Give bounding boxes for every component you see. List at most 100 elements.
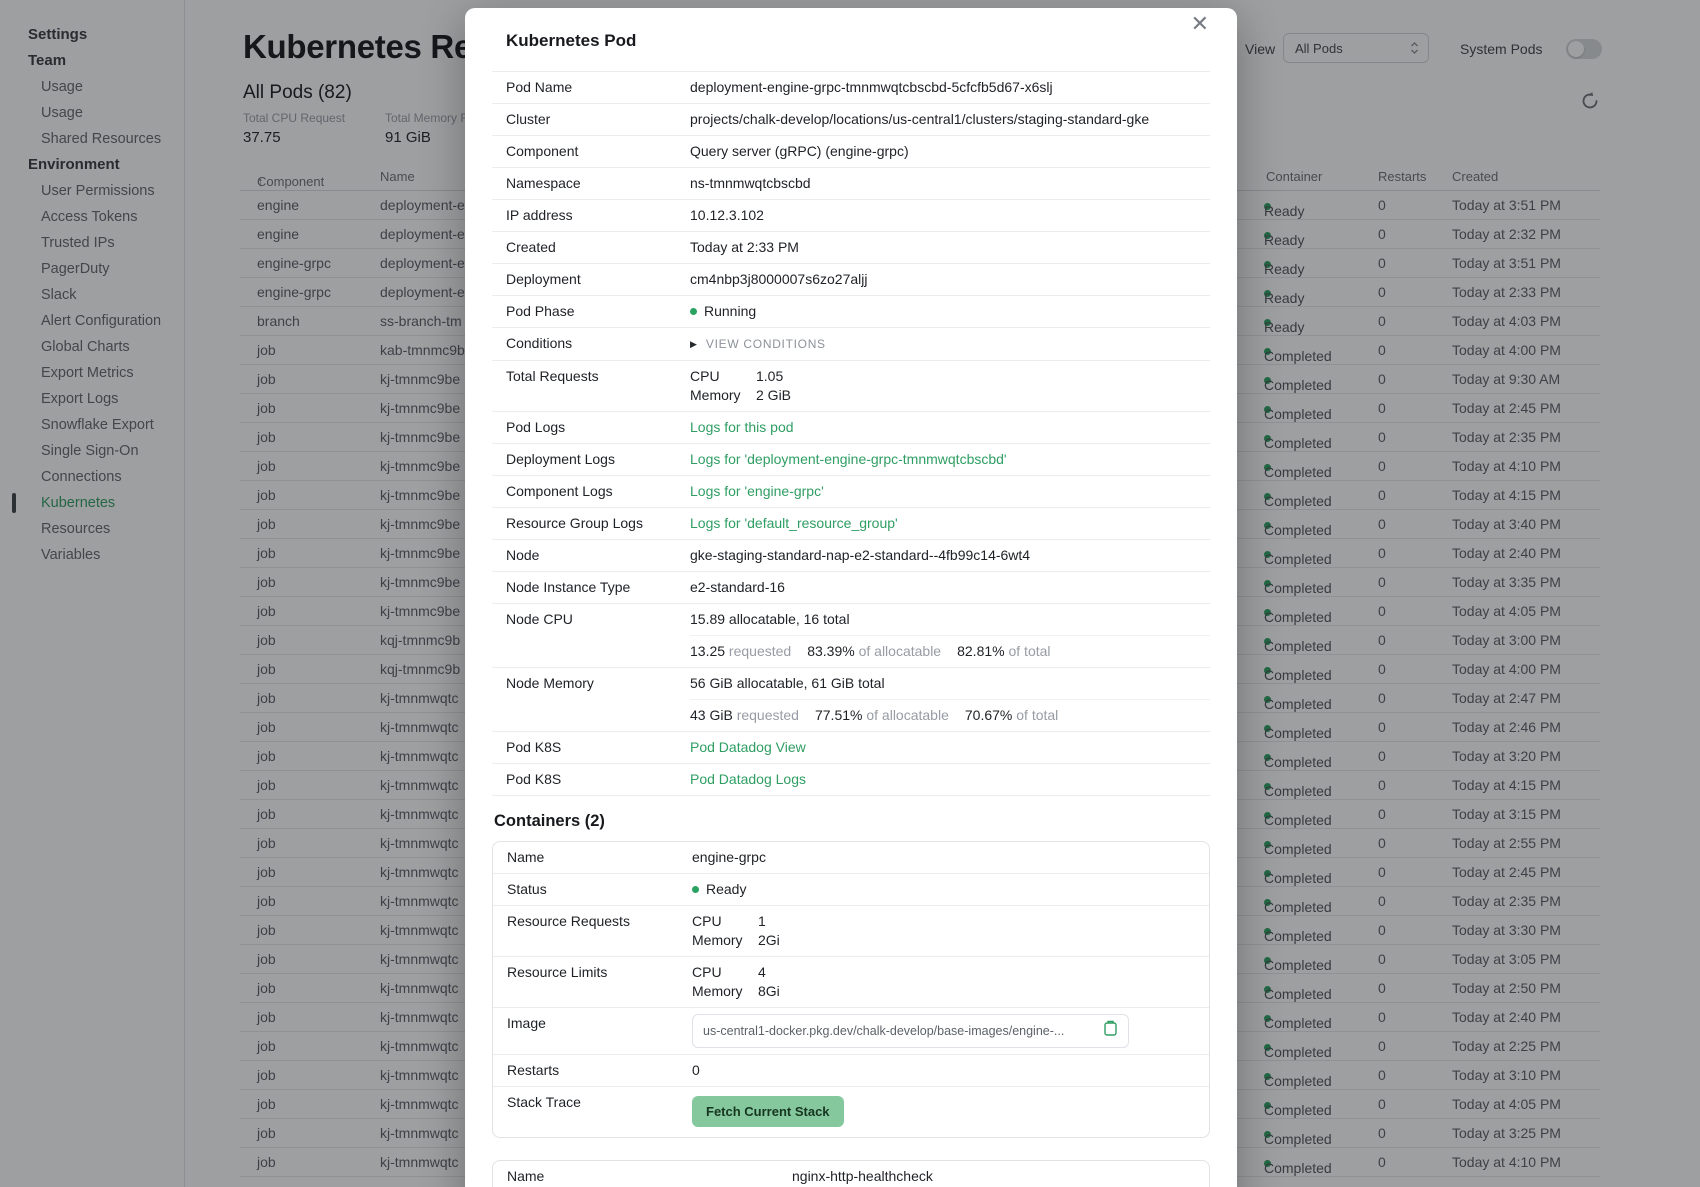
- usage-number: 83.39%: [807, 643, 854, 659]
- link-logs-for-default-resource-group[interactable]: Logs for 'default_resource_group': [690, 515, 898, 531]
- container-box-1: Nameengine-grpcStatusReadyResource Reque…: [492, 841, 1210, 1138]
- field-label: Status: [507, 880, 692, 899]
- field-label: Image: [507, 1014, 692, 1033]
- field-label: Pod K8S: [506, 738, 690, 757]
- pod-fields: Pod Namedeployment-engine-grpc-tmnmwqtcb…: [492, 71, 1210, 796]
- link-pod-datadog-view[interactable]: Pod Datadog View: [690, 739, 806, 755]
- link-logs-for-this-pod[interactable]: Logs for this pod: [690, 419, 794, 435]
- usage-number: 82.81%: [957, 643, 1004, 659]
- image-path-box: us-central1-docker.pkg.dev/chalk-develop…: [692, 1014, 1129, 1048]
- field-value: 15.89 allocatable, 16 total 13.25 request…: [690, 610, 1210, 661]
- field-row-deployment-logs: Deployment LogsLogs for 'deployment-engi…: [492, 444, 1210, 476]
- status-ready: Ready: [692, 880, 1195, 899]
- usage-line1: 56 GiB allocatable, 61 GiB total: [690, 674, 1210, 693]
- field-row-resource-limits: Resource LimitsCPU4Memory8Gi: [493, 957, 1209, 1008]
- field-row-resource-group-logs: Resource Group LogsLogs for 'default_res…: [492, 508, 1210, 540]
- close-icon[interactable]: ✕: [1191, 13, 1209, 35]
- field-row-node-instance-type: Node Instance Typee2-standard-16: [492, 572, 1210, 604]
- field-row-node-cpu: Node CPU15.89 allocatable, 16 total 13.25…: [492, 604, 1210, 668]
- usage-line1: 15.89 allocatable, 16 total: [690, 610, 1210, 629]
- usage-part: 77.51% of allocatable: [815, 706, 949, 725]
- field-label: Conditions: [506, 334, 690, 353]
- field-label: Deployment: [506, 270, 690, 289]
- status-dot-icon: [692, 886, 699, 893]
- field-label: Cluster: [506, 110, 690, 129]
- kv-row: Memory2Gi: [692, 931, 1195, 950]
- field-row-pod-k8s: Pod K8SPod Datadog Logs: [492, 764, 1210, 796]
- status-dot-icon: [690, 308, 697, 315]
- field-label: Stack Trace: [507, 1093, 692, 1112]
- field-row-pod-phase: Pod PhaseRunning: [492, 296, 1210, 328]
- field-label: Pod K8S: [506, 770, 690, 789]
- field-value: ns-tmnmwqtcbscbd: [690, 174, 1210, 193]
- usage-unit: of total: [1012, 707, 1058, 723]
- image-path: us-central1-docker.pkg.dev/chalk-develop…: [703, 1022, 1064, 1041]
- field-label: Pod Name: [506, 78, 690, 97]
- field-value: Pod Datadog Logs: [690, 770, 1210, 789]
- field-label: Deployment Logs: [506, 450, 690, 469]
- field-row-restarts: Restarts0: [493, 1055, 1209, 1087]
- status-text: Ready: [706, 880, 746, 899]
- kv-value: 2Gi: [758, 931, 780, 950]
- field-label: IP address: [506, 206, 690, 225]
- kv-value: 1.05: [756, 367, 783, 386]
- field-value: Running: [690, 302, 1210, 321]
- field-value: 10.12.3.102: [690, 206, 1210, 225]
- field-value: 56 GiB allocatable, 61 GiB total 43 GiB r…: [690, 674, 1210, 725]
- field-row-pod-name: Pod Namedeployment-engine-grpc-tmnmwqtcb…: [492, 72, 1210, 104]
- field-value: us-central1-docker.pkg.dev/chalk-develop…: [692, 1014, 1195, 1048]
- field-label: Component: [506, 142, 690, 161]
- field-value: Fetch Current Stack: [692, 1093, 1195, 1131]
- field-label: Resource Requests: [507, 912, 692, 931]
- field-value: nginx-http-healthcheck: [792, 1167, 1195, 1186]
- field-row-stack-trace: Stack TraceFetch Current Stack: [493, 1087, 1209, 1137]
- link-logs-for-deployment-engine-grpc-tmnmwqtc[interactable]: Logs for 'deployment-engine-grpc-tmnmwqt…: [690, 451, 1007, 467]
- field-row-component-logs: Component LogsLogs for 'engine-grpc': [492, 476, 1210, 508]
- field-value: Logs for this pod: [690, 418, 1210, 437]
- field-value: Today at 2:33 PM: [690, 238, 1210, 257]
- field-value: CPU4Memory8Gi: [692, 963, 1195, 1001]
- kv-row: Memory2 GiB: [690, 386, 1210, 405]
- status-text: Running: [704, 302, 756, 321]
- kv-key: CPU: [692, 963, 758, 982]
- kv-value: 1: [758, 912, 766, 931]
- usage-part: 83.39% of allocatable: [807, 642, 941, 661]
- usage-part: 13.25 requested: [690, 642, 791, 661]
- disclosure-triangle-icon: ▶: [690, 335, 697, 354]
- field-value: e2-standard-16: [690, 578, 1210, 597]
- field-value: Pod Datadog View: [690, 738, 1210, 757]
- field-row-pod-k8s: Pod K8SPod Datadog View: [492, 732, 1210, 764]
- field-label: Node CPU: [506, 610, 690, 629]
- link-pod-datadog-logs[interactable]: Pod Datadog Logs: [690, 771, 806, 787]
- app-window: SettingsTeamUsageUsageShared ResourcesEn…: [0, 0, 1700, 1187]
- usage-number: 70.67%: [965, 707, 1012, 723]
- usage-part: 43 GiB requested: [690, 706, 799, 725]
- fetch-current-stack-button[interactable]: Fetch Current Stack: [692, 1096, 844, 1127]
- kv-value: 4: [758, 963, 766, 982]
- field-value: projects/chalk-develop/locations/us-cent…: [690, 110, 1210, 129]
- copy-icon[interactable]: [1103, 1020, 1118, 1042]
- field-label: Name: [507, 1167, 792, 1186]
- view-conditions-disclosure[interactable]: ▶ VIEW CONDITIONS: [690, 334, 1210, 354]
- kv-key: Memory: [690, 386, 756, 405]
- usage-unit: of allocatable: [862, 707, 948, 723]
- field-label: Created: [506, 238, 690, 257]
- field-value: Ready: [692, 880, 1195, 899]
- link-logs-for-engine-grpc[interactable]: Logs for 'engine-grpc': [690, 483, 824, 499]
- field-label: Pod Logs: [506, 418, 690, 437]
- usage-part: 82.81% of total: [957, 642, 1050, 661]
- field-row-conditions: Conditions▶ VIEW CONDITIONS: [492, 328, 1210, 361]
- usage-number: 77.51%: [815, 707, 862, 723]
- field-value: Query server (gRPC) (engine-grpc): [690, 142, 1210, 161]
- usage-unit: requested: [733, 707, 799, 723]
- usage-line2: 13.25 requested 83.39% of allocatable 82.8…: [690, 635, 1210, 661]
- field-row-status: Status Ready: [493, 874, 1209, 906]
- disclosure-label: VIEW CONDITIONS: [706, 335, 826, 354]
- modal-title: Kubernetes Pod: [506, 31, 636, 50]
- field-value: Logs for 'engine-grpc': [690, 482, 1210, 501]
- field-label: Node: [506, 546, 690, 565]
- kubernetes-pod-modal: Kubernetes Pod ✕ Pod Namedeployment-engi…: [465, 8, 1237, 1187]
- kv-row: Memory8Gi: [692, 982, 1195, 1001]
- field-row-node: Nodegke-staging-standard-nap-e2-standard…: [492, 540, 1210, 572]
- field-row-deployment: Deploymentcm4nbp3j8000007s6zo27aljj: [492, 264, 1210, 296]
